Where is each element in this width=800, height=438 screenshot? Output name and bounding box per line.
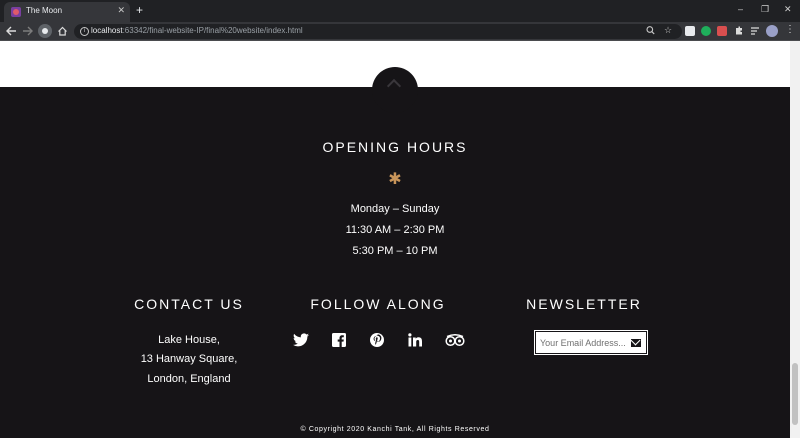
address-bar[interactable]: i localhost:63342/final-website-IP/final… [74, 24, 682, 39]
tab-close-icon[interactable]: ✕ [117, 5, 125, 16]
url-path: :63342/final-website-IP/final%20website/… [122, 26, 303, 35]
url-text: localhost:63342/final-website-IP/final%2… [91, 26, 303, 35]
site-info-icon[interactable]: i [80, 27, 89, 36]
page-scrollbar[interactable] [790, 41, 800, 438]
address-line-1: Lake House, [158, 334, 220, 346]
zoom-icon[interactable] [646, 25, 655, 38]
profile-avatar[interactable] [766, 25, 778, 37]
address-line-3: London, England [147, 373, 231, 385]
colorpick-extension-icon[interactable] [717, 26, 727, 36]
linkedin-icon[interactable] [406, 333, 424, 349]
scrollbar-thumb[interactable] [792, 363, 798, 425]
site-footer: OPENING HOURS ✱ Monday – Sunday 11:30 AM… [0, 87, 790, 438]
menu-icon[interactable]: ⋮ [785, 24, 795, 35]
reload-icon[interactable] [38, 24, 52, 38]
tab-title: The Moon [26, 6, 63, 15]
grammarly-extension-icon[interactable] [701, 26, 711, 36]
browser-tab-bar: The Moon ✕ + – ❐ ✕ [0, 0, 800, 22]
back-to-top-button[interactable] [372, 67, 418, 113]
newsletter-form [534, 330, 648, 355]
hours-dinner: 5:30 PM – 10 PM [352, 245, 438, 257]
chevron-up-icon [386, 78, 402, 94]
hours-days: Monday – Sunday [350, 203, 440, 215]
star-ornament-icon: ✱ [388, 171, 402, 188]
close-window-icon[interactable]: ✕ [784, 4, 792, 15]
envelope-icon[interactable] [631, 339, 641, 347]
pocket-extension-icon[interactable] [685, 26, 695, 36]
facebook-icon[interactable] [330, 333, 348, 349]
contact-heading: CONTACT US [134, 296, 244, 312]
new-tab-icon[interactable]: + [136, 4, 143, 16]
opening-hours-heading: OPENING HOURS [322, 139, 468, 155]
page-viewport: OPENING HOURS ✱ Monday – Sunday 11:30 AM… [0, 41, 790, 438]
copyright-text: © Copyright 2020 Kanchi Tank, All Rights… [300, 426, 490, 433]
newsletter-email-input[interactable] [540, 335, 628, 351]
site-favicon-icon [11, 7, 21, 17]
tripadvisor-icon[interactable] [444, 333, 466, 349]
pinterest-icon[interactable] [368, 333, 386, 349]
browser-tab[interactable]: The Moon ✕ [4, 2, 130, 22]
follow-heading: FOLLOW ALONG [310, 296, 446, 312]
address-line-2: 13 Hanway Square, [140, 353, 238, 365]
twitter-icon[interactable] [292, 333, 310, 349]
bookmark-star-icon[interactable]: ☆ [664, 25, 672, 36]
browser-toolbar: i localhost:63342/final-website-IP/final… [0, 22, 800, 41]
url-host: localhost [91, 26, 123, 35]
hours-lunch: 11:30 AM – 2:30 PM [345, 224, 445, 236]
newsletter-heading: NEWSLETTER [526, 296, 642, 312]
restore-window-icon[interactable]: ❐ [761, 4, 769, 15]
minimize-window-icon[interactable]: – [738, 4, 743, 14]
